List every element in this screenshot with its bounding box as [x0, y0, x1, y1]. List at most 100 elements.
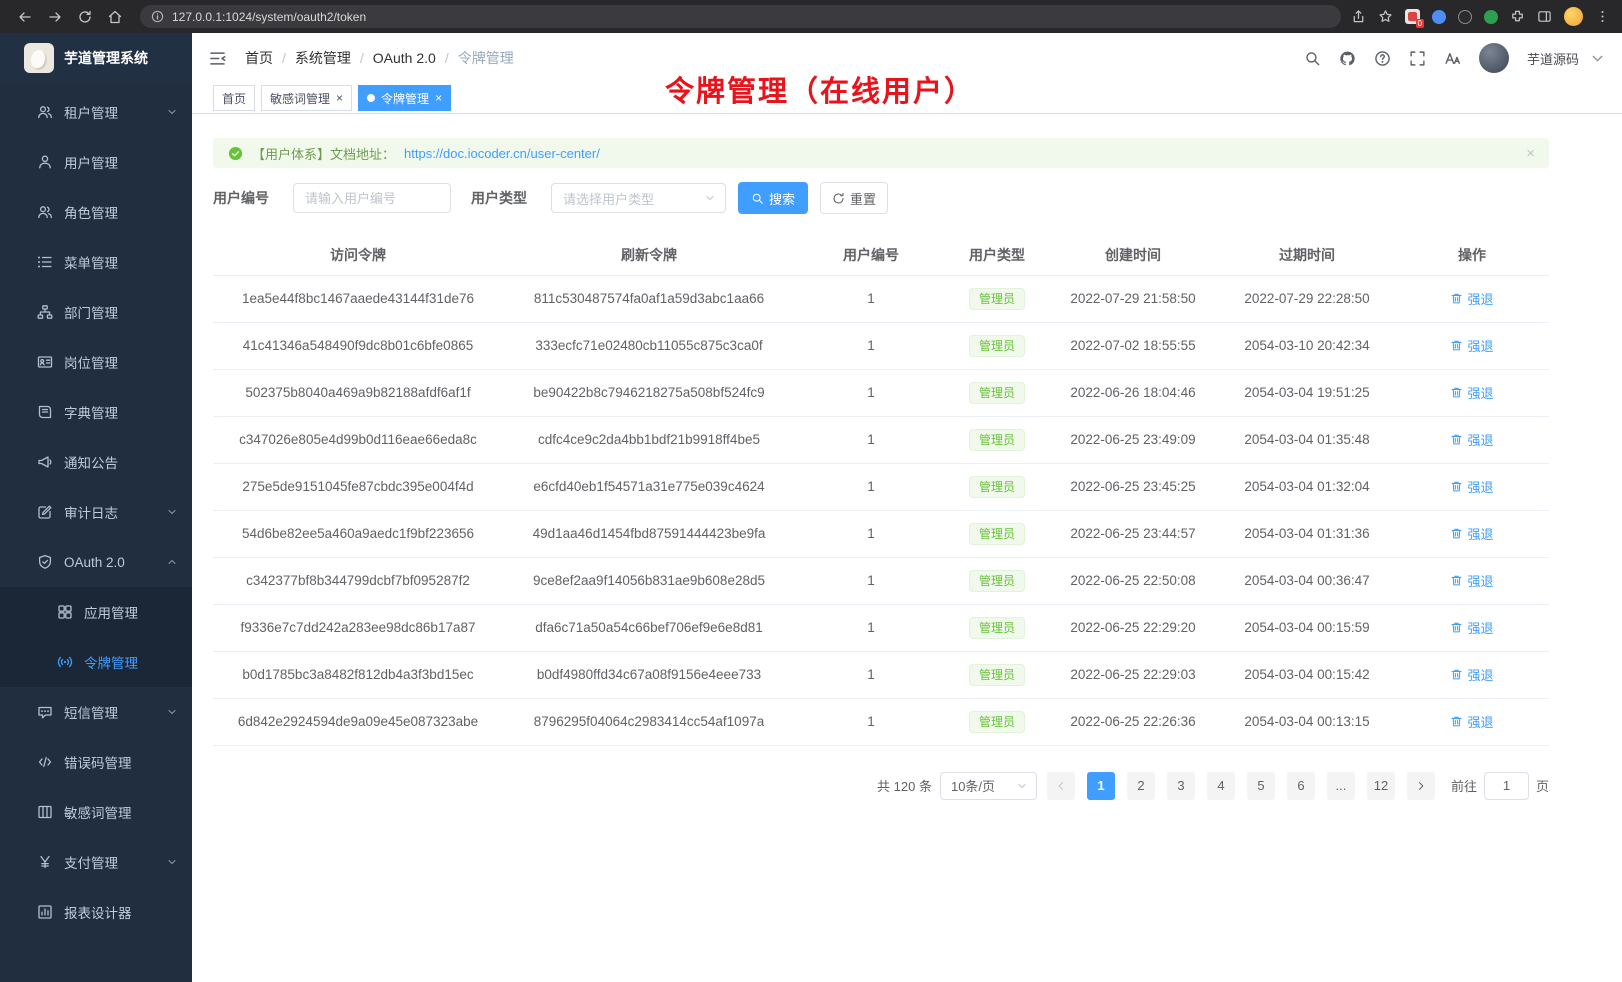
- sidebar-item-oauth2-app[interactable]: 应用管理: [0, 587, 192, 637]
- font-size-icon[interactable]: [1444, 50, 1461, 67]
- breadcrumb-system[interactable]: 系统管理: [295, 48, 351, 68]
- site-info-icon[interactable]: [151, 10, 164, 23]
- user-type-cell: 管理员: [947, 463, 1047, 510]
- prev-page-button[interactable]: [1047, 772, 1075, 800]
- yen-icon: [37, 854, 53, 870]
- code-icon: [37, 754, 53, 770]
- help-icon[interactable]: [1374, 50, 1391, 67]
- fullscreen-icon[interactable]: [1409, 50, 1426, 67]
- extension-icon-dark[interactable]: [1458, 10, 1472, 24]
- tab-sensitive-word[interactable]: 敏感词管理 ×: [261, 85, 352, 111]
- browser-profile-avatar[interactable]: [1564, 7, 1583, 26]
- tab-token[interactable]: 令牌管理 ×: [358, 85, 451, 111]
- sidebar-item-role[interactable]: 角色管理: [0, 187, 192, 237]
- force-logout-button[interactable]: 强退: [1450, 665, 1493, 684]
- address-bar[interactable]: 127.0.0.1:1024/system/oauth2/token: [140, 5, 1341, 28]
- force-logout-button[interactable]: 强退: [1450, 571, 1493, 590]
- sidebar-item-dept[interactable]: 部门管理: [0, 287, 192, 337]
- refresh-token-cell: b0df4980ffd34c67a08f9156e4eee733: [503, 651, 795, 698]
- action-cell: 强退: [1395, 604, 1549, 651]
- browser-back-icon[interactable]: [17, 9, 33, 25]
- tab-close-icon[interactable]: ×: [336, 92, 343, 104]
- force-logout-button[interactable]: 强退: [1450, 477, 1493, 496]
- sidebar-item-sms[interactable]: 短信管理: [0, 687, 192, 737]
- sidebar-menu: 租户管理 用户管理 角色管理 菜单管理 部门管理 岗位管理 字典管理: [0, 83, 192, 937]
- page-button-12[interactable]: 12: [1367, 772, 1395, 800]
- sidebar-item-menu[interactable]: 菜单管理: [0, 237, 192, 287]
- goto-page-input[interactable]: [1484, 772, 1529, 800]
- extension-icon-green[interactable]: [1484, 10, 1498, 24]
- user-id-input[interactable]: [293, 183, 451, 213]
- sidebar-item-dict[interactable]: 字典管理: [0, 387, 192, 437]
- force-logout-button[interactable]: 强退: [1450, 712, 1493, 731]
- user-avatar[interactable]: [1479, 43, 1509, 73]
- page-button-6[interactable]: 6: [1287, 772, 1315, 800]
- extension-icon-blue[interactable]: [1432, 10, 1446, 24]
- force-logout-button[interactable]: 强退: [1450, 618, 1493, 637]
- sidebar-item-oauth2-token[interactable]: 令牌管理: [0, 637, 192, 687]
- page-button-3[interactable]: 3: [1167, 772, 1195, 800]
- alert-close-icon[interactable]: ×: [1526, 146, 1535, 161]
- sidebar-item-audit-log[interactable]: 审计日志: [0, 487, 192, 537]
- force-logout-button[interactable]: 强退: [1450, 289, 1493, 308]
- search-icon[interactable]: [1304, 50, 1321, 67]
- next-page-button[interactable]: [1407, 772, 1435, 800]
- page-button-2[interactable]: 2: [1127, 772, 1155, 800]
- github-icon[interactable]: [1339, 50, 1356, 67]
- bookmark-star-icon[interactable]: [1378, 9, 1393, 24]
- force-logout-button[interactable]: 强退: [1450, 383, 1493, 402]
- tab-home[interactable]: 首页: [213, 85, 255, 111]
- user-name[interactable]: 芋道源码: [1527, 49, 1579, 68]
- browser-forward-icon[interactable]: [47, 9, 63, 25]
- page-button-1[interactable]: 1: [1087, 772, 1115, 800]
- force-logout-button[interactable]: 强退: [1450, 336, 1493, 355]
- tab-close-icon[interactable]: ×: [435, 92, 442, 104]
- sidebar-item-sensitive-word[interactable]: 敏感词管理: [0, 787, 192, 837]
- force-logout-button[interactable]: 强退: [1450, 430, 1493, 449]
- page-button-5[interactable]: 5: [1247, 772, 1275, 800]
- browser-home-icon[interactable]: [107, 9, 123, 25]
- sidebar-item-error-code[interactable]: 错误码管理: [0, 737, 192, 787]
- sidebar-item-oauth2[interactable]: OAuth 2.0: [0, 537, 192, 587]
- users-icon: [37, 104, 53, 120]
- page-ellipsis[interactable]: ...: [1327, 772, 1355, 800]
- side-panel-icon[interactable]: [1537, 9, 1552, 24]
- sidebar-item-label: 租户管理: [64, 102, 118, 122]
- force-logout-label: 强退: [1467, 289, 1493, 308]
- page-size-select[interactable]: 10条/页: [940, 772, 1037, 800]
- sidebar-item-tenant[interactable]: 租户管理: [0, 87, 192, 137]
- force-logout-label: 强退: [1467, 712, 1493, 731]
- breadcrumb-home[interactable]: 首页: [245, 48, 273, 68]
- chevron-down-icon: [166, 106, 178, 118]
- chevron-down-icon: [166, 856, 178, 868]
- alert-doc-link[interactable]: https://doc.iocoder.cn/user-center/: [404, 146, 600, 161]
- user-type-select[interactable]: 请选择用户类型: [551, 183, 726, 213]
- app-logo-row[interactable]: 芋道管理系统: [0, 33, 192, 83]
- user-menu-caret-icon[interactable]: [1589, 50, 1606, 67]
- col-expire-time: 过期时间: [1219, 235, 1395, 275]
- expire-time-cell: 2054-03-04 00:13:15: [1219, 698, 1395, 745]
- share-icon[interactable]: [1351, 9, 1366, 24]
- page-button-4[interactable]: 4: [1207, 772, 1235, 800]
- refresh-token-cell: 811c530487574fa0af1a59d3abc1aa66: [503, 275, 795, 322]
- reset-button[interactable]: 重置: [820, 182, 888, 214]
- browser-menu-icon[interactable]: [1595, 9, 1610, 24]
- browser-reload-icon[interactable]: [77, 9, 93, 25]
- goto-page: 前往 页: [1451, 772, 1549, 800]
- sidebar-item-report-designer[interactable]: 报表设计器: [0, 887, 192, 937]
- sidebar-item-notice[interactable]: 通知公告: [0, 437, 192, 487]
- search-button[interactable]: 搜索: [738, 182, 808, 214]
- sidebar-item-pay[interactable]: 支付管理: [0, 837, 192, 887]
- user-type-cell: 管理员: [947, 557, 1047, 604]
- sidebar-collapse-icon[interactable]: [208, 49, 227, 68]
- sidebar-item-user[interactable]: 用户管理: [0, 137, 192, 187]
- action-cell: 强退: [1395, 322, 1549, 369]
- force-logout-button[interactable]: 强退: [1450, 524, 1493, 543]
- extension-icon-badged[interactable]: 0: [1405, 9, 1420, 24]
- sidebar-item-post[interactable]: 岗位管理: [0, 337, 192, 387]
- breadcrumb-oauth2[interactable]: OAuth 2.0: [373, 50, 436, 66]
- refresh-token-cell: e6cfd40eb1f54571a31e775e039c4624: [503, 463, 795, 510]
- user-type-badge: 管理员: [969, 476, 1025, 498]
- user-id-cell: 1: [795, 651, 947, 698]
- extensions-puzzle-icon[interactable]: [1510, 9, 1525, 24]
